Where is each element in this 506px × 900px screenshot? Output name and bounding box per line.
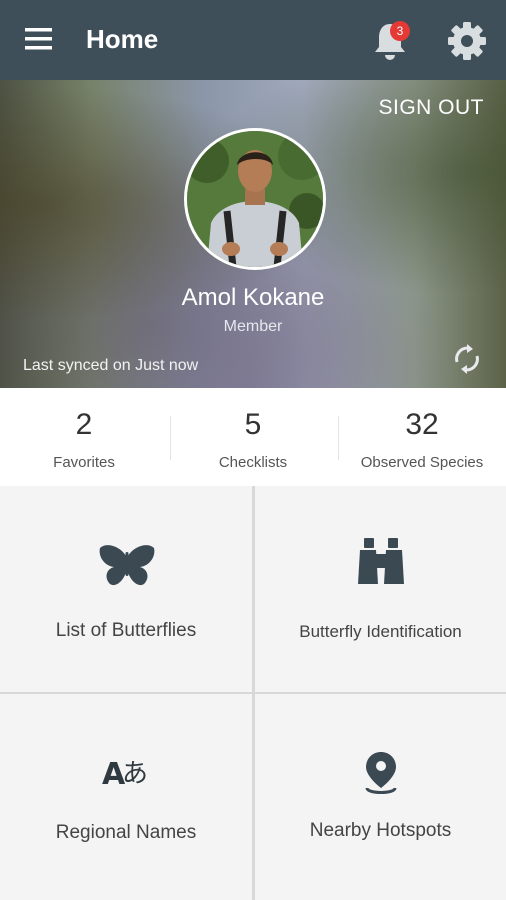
- tile-butterfly-identification[interactable]: Butterfly Identification: [255, 486, 506, 692]
- stat-checklists[interactable]: 5 Checklists: [169, 388, 337, 486]
- menu-icon[interactable]: [24, 26, 54, 52]
- stat-value: 5: [244, 408, 262, 441]
- stats-bar: 2 Favorites 5 Checklists 32 Observed Spe…: [0, 388, 506, 486]
- notification-badge: 3: [390, 21, 410, 41]
- stat-value: 32: [405, 408, 439, 441]
- tile-label: List of Butterflies: [55, 620, 197, 641]
- sign-out-button[interactable]: SIGN OUT: [378, 96, 484, 120]
- page-title: Home: [86, 24, 159, 54]
- tile-label: Butterfly Identification: [299, 622, 462, 641]
- butterfly-icon: [99, 545, 155, 586]
- svg-text:あ: あ: [122, 759, 148, 789]
- stat-observed-species[interactable]: 32 Observed Species: [338, 388, 506, 486]
- sync-icon[interactable]: [452, 344, 482, 374]
- avatar-photo: [187, 131, 323, 267]
- gear-icon[interactable]: [446, 20, 488, 62]
- translate-icon: A あ: [102, 757, 148, 792]
- stat-value: 2: [75, 408, 93, 441]
- tile-label: Regional Names: [55, 822, 197, 843]
- tile-label: Nearby Hotspots: [309, 820, 452, 841]
- tile-list-of-butterflies[interactable]: List of Butterflies: [0, 486, 252, 692]
- tile-regional-names[interactable]: A あ Regional Names: [0, 694, 252, 900]
- stat-favorites[interactable]: 2 Favorites: [0, 388, 168, 486]
- location-pin-icon: [365, 752, 397, 794]
- sync-status: Last synced on Just now: [23, 357, 199, 374]
- stat-label: Observed Species: [360, 454, 484, 471]
- profile-header: SIGN OUT Amol Kokane Member Last synced …: [0, 80, 506, 388]
- avatar[interactable]: [184, 128, 326, 270]
- user-name: Amol Kokane: [181, 284, 325, 311]
- tile-nearby-hotspots[interactable]: Nearby Hotspots: [255, 694, 506, 900]
- stat-label: Favorites: [53, 454, 115, 471]
- user-role: Member: [223, 318, 283, 335]
- binoculars-icon: [358, 538, 404, 584]
- app-bar: Home 3: [0, 0, 506, 80]
- stat-label: Checklists: [218, 454, 288, 471]
